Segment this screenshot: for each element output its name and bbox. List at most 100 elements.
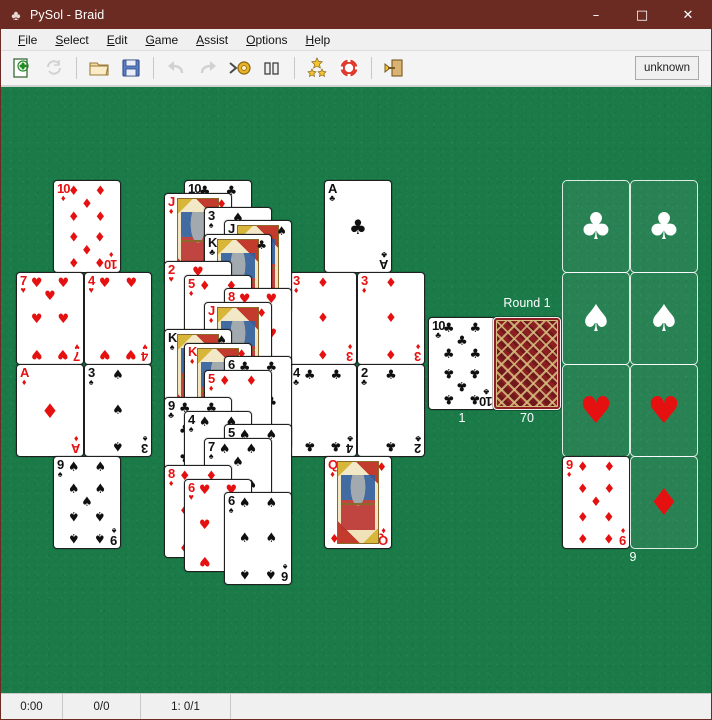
card-corner-tl: A ♦ <box>20 365 29 387</box>
reserve-1[interactable]: 10 ♦ 10 ♦ ♦ ♦ ♦ ♦ ♦ ♦ ♦ ♦ ♦ ♦ <box>53 180 121 273</box>
card-corner-br: 9 ♠ <box>110 526 117 548</box>
pause-icon[interactable] <box>257 53 287 83</box>
menu-file[interactable]: File <box>9 32 46 48</box>
card-pips: ♠ ♠ ♠ ♠ ♠ ♠ <box>238 496 278 581</box>
minimize-button[interactable]: – <box>573 1 619 29</box>
statistics-icon[interactable] <box>302 53 332 83</box>
card-corner-tl: 2 ♥ <box>168 262 175 284</box>
court-card-face <box>337 461 379 544</box>
close-button[interactable]: ✕ <box>665 1 711 29</box>
pysol-window: ♣ PySol - Braid – □ ✕ File Select Edit G… <box>0 0 712 720</box>
foundation-hearts-1[interactable]: ♥ <box>562 364 630 457</box>
reserve-5[interactable]: 3 ♠ 3 ♠ ♠ ♠ ♠ <box>84 364 152 457</box>
card-corner-tl: 5 ♦ <box>188 276 195 298</box>
card-corner-tl: 5 ♦ <box>208 371 215 393</box>
card-corner-tl: K ♠ <box>168 330 177 352</box>
card-corner-br: 3♠ <box>141 434 148 456</box>
card-corner-br: A ♦ <box>71 434 80 456</box>
reserve-4[interactable]: A ♦ A ♦ ♦ <box>16 364 84 457</box>
game-table[interactable]: ♣ ♣ ♠ ♠ ♥ ♥ 9 ♦ 9 ♦ ♦ ♦ ♦ ♦ ♦ ♦ ♦ ♦ ♦ ♦ 10 ♦ 10 ♦ ♦ ♦ ♦ ♦ ♦ ♦ ♦ ♦ ♦ ♦ 7 ♥ 7 ♥… <box>1 87 711 693</box>
card-corner-tl: 9 ♣ <box>168 398 175 420</box>
tableau-6[interactable]: Q ♦ Q ♦ ♦ ♦ <box>324 456 392 549</box>
menu-help[interactable]: Help <box>297 32 340 48</box>
tableau-3[interactable]: 3 ♦ 3 ♦ ♦ ♦ ♦ <box>357 272 425 365</box>
card-corner-tl: K ♣ <box>208 235 217 257</box>
card-pips: ♦ ♦ ♦ <box>385 276 397 361</box>
card-corner-tl: 4 ♥ <box>88 273 95 295</box>
tableau-2[interactable]: 3 ♦ 3 ♦ ♦ ♦ ♦ <box>289 272 357 365</box>
card-corner-tl: 4 ♣ <box>293 365 300 387</box>
help-icon[interactable] <box>334 53 364 83</box>
window-title: PySol - Braid <box>30 8 105 22</box>
undo-icon <box>161 53 191 83</box>
card-corner-tl: J ♦ <box>208 303 215 325</box>
new-game-icon[interactable] <box>7 53 37 83</box>
card-corner-tl: 3 ♠ <box>88 365 95 387</box>
foundation-spades-2[interactable]: ♠ <box>630 272 698 365</box>
card-pips: ♦ ♦ ♦ ♦ ♦ ♦ ♦ ♦ ♦ <box>576 460 616 545</box>
menu-options[interactable]: Options <box>237 32 296 48</box>
card-corner-tl: J ♦ <box>168 194 175 216</box>
card-corner-br: 6 ♠ <box>281 562 288 584</box>
foundation-diamonds-1[interactable]: 9 ♦ 9 ♦ ♦ ♦ ♦ ♦ ♦ ♦ ♦ ♦ ♦ <box>562 456 630 549</box>
status-bar: 0:00 0/0 1: 0/1 <box>1 693 711 719</box>
card-corner-br: 7 ♥ <box>73 342 80 364</box>
court-pip: ♠ <box>276 224 287 238</box>
card-pips: ♣ ♣ <box>385 368 397 453</box>
reserve-6[interactable]: 9 ♠ 9 ♠ ♠ ♠ ♠ ♠ ♠ ♠ ♠ ♠ ♠ <box>53 456 121 549</box>
card-corner-tl: A ♣ <box>328 181 337 203</box>
autodrop-icon[interactable] <box>225 53 255 83</box>
card-pips: ♣ ♣ ♣ ♣ <box>303 368 343 453</box>
card-pips: ♣♣♣♣♣♣♣♣♣♣ <box>442 321 482 406</box>
card-corner-tl: 4 ♠ <box>188 412 195 434</box>
redo-icon <box>193 53 223 83</box>
menu-edit[interactable]: Edit <box>98 32 137 48</box>
menu-game[interactable]: Game <box>136 32 187 48</box>
foundation-clubs-2[interactable]: ♣ <box>630 180 698 273</box>
foundation-hearts-2[interactable]: ♥ <box>630 364 698 457</box>
toolbar-separator-1 <box>76 57 77 79</box>
card-corner-tl: 8 ♦ <box>168 466 175 488</box>
court-pip: ♣ <box>256 238 267 252</box>
menu-select[interactable]: Select <box>46 32 97 48</box>
foundation-diamonds-2[interactable]: ♦ <box>630 456 698 549</box>
card-corner-br: 3 ♦ <box>346 342 353 364</box>
tableau-4[interactable]: 4 ♣ 4 ♣ ♣ ♣ ♣ ♣ <box>289 364 357 457</box>
waste-count-label: 1 <box>458 411 466 425</box>
quit-icon[interactable] <box>379 53 409 83</box>
card-corner-tl: 3 ♠ <box>208 208 215 230</box>
braid-card-20[interactable]: 6 ♠ 6 ♠ ♠ ♠ ♠ ♠ ♠ ♠ <box>224 492 292 585</box>
card-corner-tl: 7 ♥ <box>20 273 27 295</box>
card-corner-br: 3 ♦ <box>414 342 421 364</box>
toolbar-separator-4 <box>371 57 372 79</box>
foundation-spades-1[interactable]: ♠ <box>562 272 630 365</box>
tableau-5[interactable]: 2 ♣ 2 ♣ ♣ ♣ <box>357 364 425 457</box>
card-pips: ♥ ♥ ♥ ♥ <box>98 276 138 361</box>
open-folder-icon[interactable] <box>84 53 114 83</box>
card-pips: ♦ ♦ ♦ <box>317 276 329 361</box>
foundation-clubs-1[interactable]: ♣ <box>562 180 630 273</box>
save-disk-icon[interactable] <box>116 53 146 83</box>
stock-count-label: 70 <box>520 411 534 425</box>
status-moves: 0/0 <box>63 694 141 719</box>
maximize-button[interactable]: □ <box>619 1 665 29</box>
card-corner-tl: 9 ♦ <box>566 457 573 479</box>
waste-pile[interactable]: 10 ♣ 10 ♣ ♣ ♣ ♣ ♣ ♣ ♣ ♣ ♣ ♣ ♣ <box>428 317 496 410</box>
reserve-2[interactable]: 7 ♥ 7 ♥ ♥ ♥ ♥ ♥ ♥ ♥ ♥ <box>16 272 84 365</box>
toolbar: unknown <box>1 51 711 87</box>
player-button[interactable]: unknown <box>634 56 699 80</box>
court-pip: ♦ <box>329 531 340 545</box>
status-time: 0:00 <box>1 694 63 719</box>
stock-pile[interactable] <box>493 317 561 410</box>
restart-icon <box>39 53 69 83</box>
card-corner-br: 9 ♦ <box>619 526 626 548</box>
card-corner-tl: 2 ♣ <box>361 365 368 387</box>
card-corner-br: A ♣ <box>379 250 388 272</box>
card-corner-br: Q ♦ <box>378 526 388 548</box>
tableau-1[interactable]: A ♣ A ♣ ♣ <box>324 180 392 273</box>
reserve-3[interactable]: 4 ♥ 4 ♥ ♥ ♥ ♥ ♥ <box>84 272 152 365</box>
card-corner-tl: 7 ♠ <box>208 439 215 461</box>
card-pips: ♠ ♠ ♠ ♠ ♠ ♠ ♠ ♠ ♠ <box>67 460 107 545</box>
card-corner-br: 4 ♣ <box>346 434 353 456</box>
menu-assist[interactable]: Assist <box>187 32 237 48</box>
